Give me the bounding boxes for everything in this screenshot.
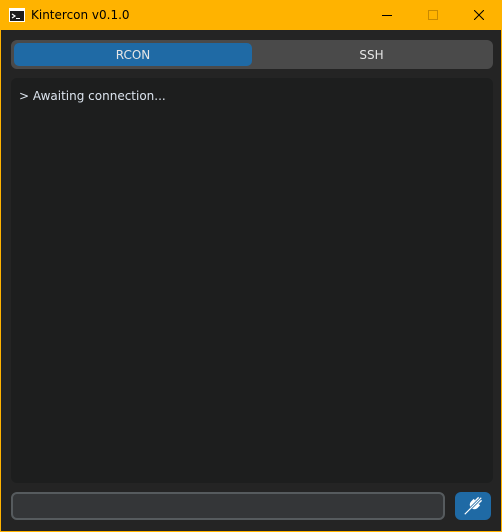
console-output[interactable]: > Awaiting connection... bbox=[11, 78, 493, 483]
minimize-button[interactable] bbox=[364, 0, 410, 30]
command-input[interactable] bbox=[11, 492, 445, 520]
window-title: Kintercon v0.1.0 bbox=[31, 8, 130, 22]
title-bar[interactable]: Kintercon v0.1.0 bbox=[0, 0, 502, 30]
tab-bar: RCON SSH bbox=[11, 40, 493, 69]
tab-ssh[interactable]: SSH bbox=[253, 43, 490, 66]
app-window: Kintercon v0.1.0 RCON SSH > Awaiting con… bbox=[0, 0, 502, 532]
connect-button[interactable] bbox=[455, 492, 491, 520]
maximize-button[interactable] bbox=[410, 0, 456, 30]
tab-rcon[interactable]: RCON bbox=[14, 43, 252, 66]
minimize-icon bbox=[382, 15, 392, 16]
maximize-icon bbox=[428, 10, 438, 20]
console-line: > Awaiting connection... bbox=[19, 89, 166, 103]
terminal-icon bbox=[9, 8, 25, 22]
close-icon bbox=[474, 10, 484, 20]
close-button[interactable] bbox=[456, 0, 502, 30]
plug-icon bbox=[463, 496, 483, 516]
client-area: RCON SSH > Awaiting connection... bbox=[1, 30, 501, 531]
